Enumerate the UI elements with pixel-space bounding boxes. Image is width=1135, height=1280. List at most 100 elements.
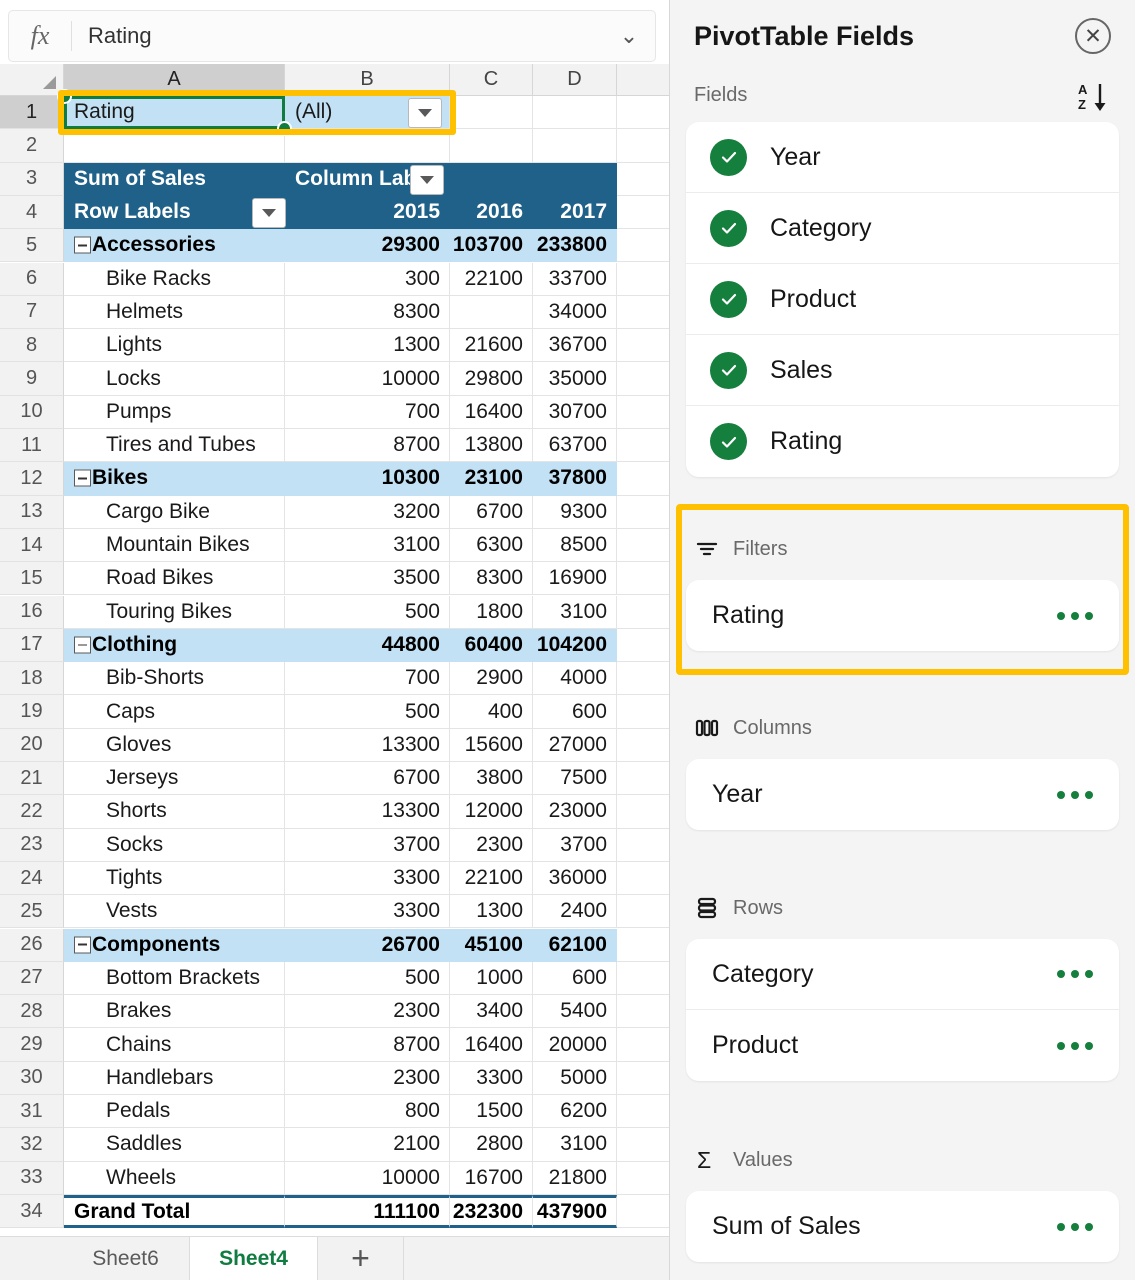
pivot-row-label[interactable]: Lights [64,329,285,363]
row-header-29[interactable]: 29 [0,1028,64,1062]
pivot-row-label[interactable]: Pumps [64,395,285,429]
pivot-row-label[interactable]: Pedals [64,1095,285,1129]
pivot-value-cell[interactable]: 23100 [450,462,533,496]
pivot-row-label[interactable]: Helmets [64,295,285,330]
grid-cell[interactable] [533,96,617,130]
pivot-value-cell[interactable]: 60400 [450,628,533,663]
pivot-value-cell[interactable]: 26700 [285,928,450,962]
check-icon[interactable] [710,351,747,389]
pivot-value-cell[interactable]: 29800 [450,362,533,396]
grid-cell[interactable] [617,462,669,496]
pivot-value-cell[interactable]: 21800 [533,1161,617,1195]
row-header-23[interactable]: 23 [0,828,64,862]
row-header-32[interactable]: 32 [0,1128,64,1162]
grid-cell[interactable] [64,129,285,163]
grid-cell[interactable] [617,928,669,962]
pivot-value-cell[interactable]: 2800 [450,1128,533,1162]
grid-cell[interactable] [617,162,669,196]
pivot-row-label[interactable]: Clothing [64,628,285,663]
pivot-value-cell[interactable]: 700 [285,395,450,429]
pivot-value-cell[interactable]: 35000 [533,362,617,396]
pivot-value-cell[interactable]: 20000 [533,1028,617,1062]
chevron-down-icon[interactable]: ⌄ [603,23,655,49]
pivot-value-cell[interactable]: 13800 [450,429,533,463]
pivot-value-cell[interactable]: 62100 [533,928,617,962]
pivot-value-cell[interactable]: 2300 [450,828,533,862]
row-header-1[interactable]: 1 [0,96,64,130]
pivot-value-cell[interactable]: 16400 [450,395,533,429]
pivot-value-cell[interactable]: 232300 [450,1194,533,1229]
pivot-value-cell[interactable]: 5400 [533,995,617,1029]
collapse-toggle-icon[interactable] [74,236,91,254]
pivot-value-cell[interactable]: 2300 [285,995,450,1029]
collapse-toggle-icon[interactable] [74,936,91,954]
sort-az-icon[interactable]: A Z [1071,76,1113,118]
column-header-c[interactable]: C [450,64,533,96]
area-field-year[interactable]: Year [686,759,1119,830]
pivot-value-cell[interactable]: 22100 [450,861,533,896]
row-header-30[interactable]: 30 [0,1061,64,1095]
pivot-row-label[interactable]: Chains [64,1028,285,1062]
row-header-28[interactable]: 28 [0,995,64,1029]
grid-cell[interactable] [617,961,669,996]
pivot-value-cell[interactable]: 4000 [533,662,617,696]
pivot-value-cell[interactable]: 21600 [450,329,533,363]
pivot-value-cell[interactable]: 1300 [285,329,450,363]
grid-cell[interactable] [617,495,669,529]
check-icon[interactable] [710,280,747,318]
pivot-value-cell[interactable]: 6300 [450,528,533,563]
add-sheet-button[interactable]: + [318,1237,404,1280]
pivot-value-cell[interactable]: 1800 [450,595,533,629]
pivot-value-cell[interactable]: 30700 [533,395,617,429]
grid-cell[interactable] [617,528,669,563]
pivot-value-cell[interactable]: 34000 [533,295,617,330]
sheet-tab-bar[interactable]: Sheet6 Sheet4 + [0,1236,669,1280]
grid-cell[interactable] [617,395,669,429]
area-field-category[interactable]: Category [686,939,1119,1010]
pivot-value-cell[interactable]: 500 [285,961,450,996]
more-options-icon[interactable] [1057,1222,1093,1231]
grid-cell[interactable] [617,1095,669,1129]
pivot-value-cell[interactable]: 45100 [450,928,533,962]
pivot-row-label[interactable]: Caps [64,695,285,729]
pivot-row-label[interactable]: Brakes [64,995,285,1029]
grid-cell[interactable] [617,262,669,296]
grid-cell[interactable] [617,1128,669,1162]
pivot-value-cell[interactable]: 36700 [533,329,617,363]
selection-handle-tl[interactable] [57,89,72,104]
row-header-17[interactable]: 17 [0,628,64,663]
grid-cell[interactable] [617,695,669,729]
grid-cell[interactable] [617,195,669,230]
pivot-value-cell[interactable]: 700 [285,662,450,696]
pivot-row-label[interactable]: Touring Bikes [64,595,285,629]
pivot-row-label[interactable]: Gloves [64,728,285,762]
row-header-22[interactable]: 22 [0,795,64,829]
pivot-value-cell[interactable]: 3300 [285,861,450,896]
pivot-value-cell[interactable]: 2100 [285,1128,450,1162]
row-header-12[interactable]: 12 [0,462,64,496]
area-field-sum-of-sales[interactable]: Sum of Sales [686,1191,1119,1262]
pivot-value-cell[interactable]: 29300 [285,229,450,263]
pivot-row-label[interactable]: Bike Racks [64,262,285,296]
area-field-rating[interactable]: Rating [686,580,1119,651]
pivot-value-cell[interactable]: 3100 [285,528,450,563]
pivot-row-label[interactable]: Accessories [64,229,285,263]
pivot-value-cell[interactable]: 500 [285,695,450,729]
pivot-value-cell[interactable]: 37800 [533,462,617,496]
pivot-value-cell[interactable]: 3500 [285,562,450,596]
column-labels-dropdown-button[interactable] [410,164,444,195]
formula-bar[interactable]: fx ⌄ [8,10,656,62]
pivot-value-cell[interactable]: 3100 [533,1128,617,1162]
pivot-value-cell[interactable]: 6700 [450,495,533,529]
pivot-value-cell[interactable]: 103700 [450,229,533,263]
check-icon[interactable] [710,138,747,176]
grid-cell[interactable] [533,129,617,163]
column-header-e[interactable] [617,64,669,96]
grid-cell[interactable] [617,96,669,130]
pivot-row-label[interactable]: Mountain Bikes [64,528,285,563]
check-icon[interactable] [710,423,747,460]
pivot-value-cell[interactable]: 400 [450,695,533,729]
pivot-row-label[interactable]: Wheels [64,1161,285,1195]
grid-cell[interactable] [450,96,533,130]
row-header-9[interactable]: 9 [0,362,64,396]
